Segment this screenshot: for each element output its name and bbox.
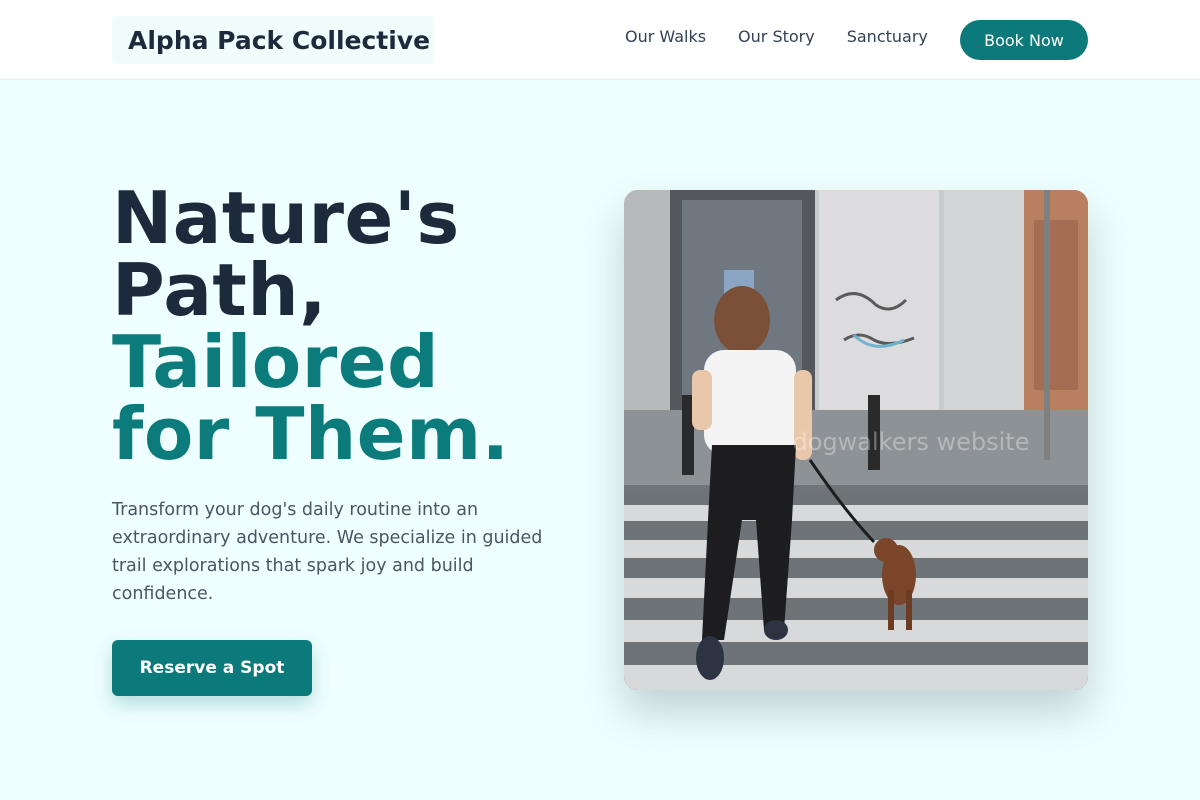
brand-logo[interactable]: Alpha Pack Collective [112,16,434,64]
nav-link-our-walks[interactable]: Our Walks [625,27,706,47]
reserve-spot-button[interactable]: Reserve a Spot [112,640,312,696]
hero-title-line-2: Path, [112,248,327,332]
main-nav: Our Walks Our Story Sanctuary [625,27,928,47]
nav-link-our-story[interactable]: Our Story [738,27,815,47]
hero-title: Nature's Path, Tailored for Them. [112,182,592,470]
hero-title-line-1: Nature's [112,176,460,260]
image-watermark: dogwalkers website [792,428,1030,456]
hero-title-line-4: for Them. [112,392,510,476]
book-now-button[interactable]: Book Now [960,20,1088,60]
site-header: Alpha Pack Collective Our Walks Our Stor… [0,0,1200,80]
nav-link-sanctuary[interactable]: Sanctuary [847,27,928,47]
hero-title-line-3: Tailored [112,320,440,404]
hero-image: dogwalkers website [624,190,1088,690]
hero-description: Transform your dog's daily routine into … [112,500,543,604]
